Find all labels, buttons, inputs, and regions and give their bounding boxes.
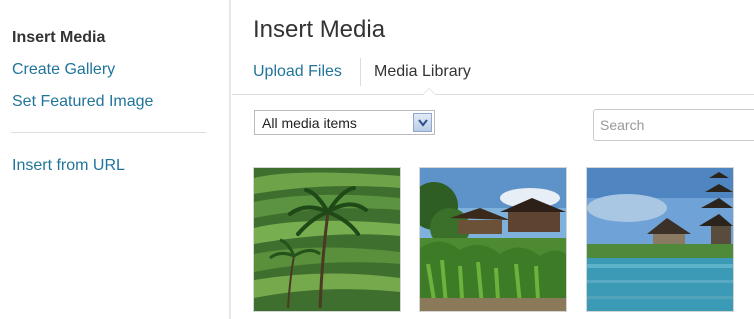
page-title: Insert Media [253,16,386,43]
tabs-underline [232,94,754,95]
sidebar-item-set-featured-image[interactable]: Set Featured Image [12,92,153,112]
media-filter-select[interactable]: All media items [254,110,435,135]
media-tabs: Upload Files Media Library [232,58,754,94]
tab-upload-files[interactable]: Upload Files [253,61,342,83]
sidebar-separator [11,132,206,133]
sidebar-item-insert-media[interactable]: Insert Media [12,28,105,48]
sidebar-divider [229,0,231,319]
media-filter-value: All media items [262,115,357,131]
tab-separator [360,58,361,86]
sidebar-item-insert-from-url[interactable]: Insert from URL [12,156,125,176]
media-thumbnail-balinese-temple[interactable] [419,167,567,312]
chevron-down-icon[interactable] [413,113,432,132]
media-main: Insert Media Upload Files Media Library … [232,0,754,319]
media-thumbnail-lake-temple[interactable] [586,167,734,312]
tab-media-library[interactable]: Media Library [374,61,471,83]
active-tab-pointer-fill [423,89,435,95]
search-input[interactable] [593,109,754,141]
media-thumbnail-rice-terraces[interactable] [253,167,401,312]
sidebar-item-create-gallery[interactable]: Create Gallery [12,60,115,80]
media-modal: Insert Media Create Gallery Set Featured… [0,0,754,319]
media-sidebar: Insert Media Create Gallery Set Featured… [0,0,230,319]
